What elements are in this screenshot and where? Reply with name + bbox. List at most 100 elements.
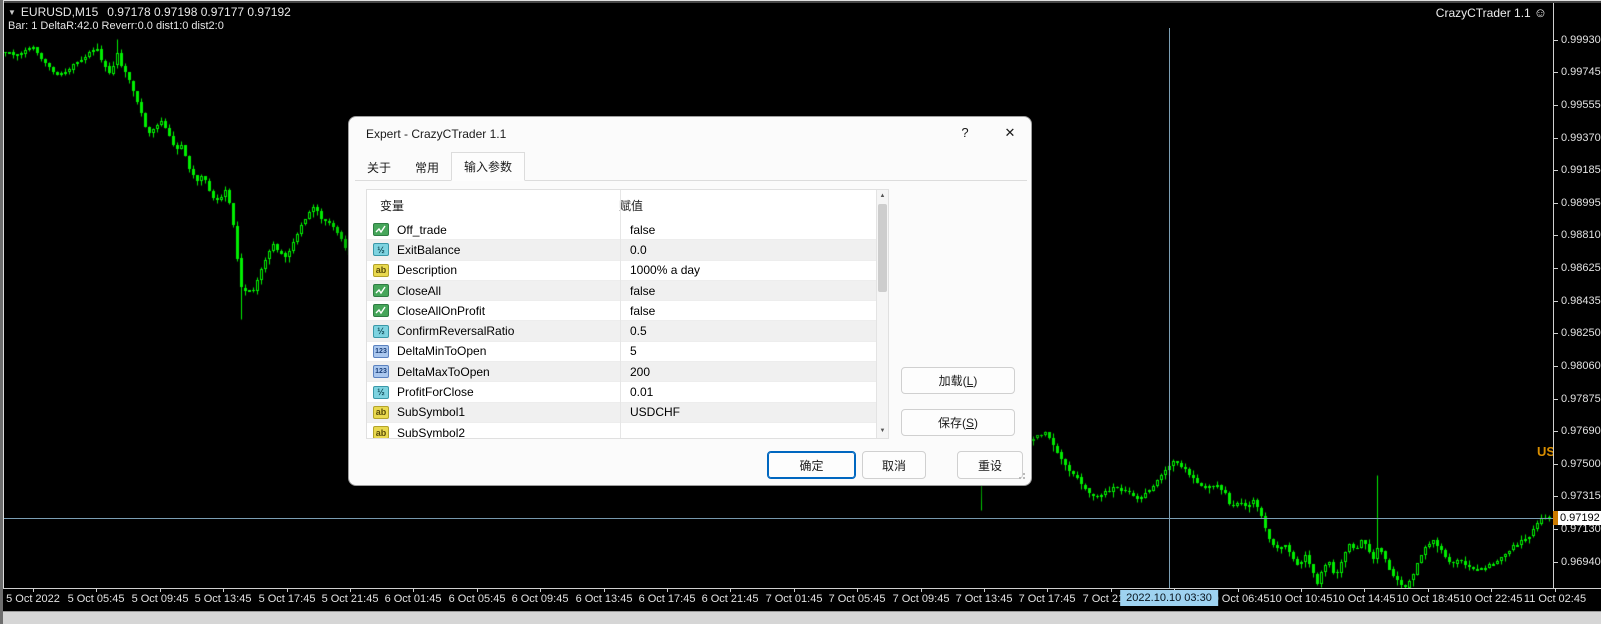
- time-axis-tick: [540, 589, 541, 592]
- current-price-tag: 0.97192: [1558, 511, 1601, 525]
- param-row[interactable]: ½ ExitBalance 0.0: [367, 240, 876, 261]
- clipped-orange-label: US: [1537, 444, 1553, 459]
- param-value[interactable]: false: [620, 304, 655, 318]
- param-row[interactable]: CloseAll false: [367, 280, 876, 302]
- param-value[interactable]: 0.5: [620, 324, 647, 338]
- param-row[interactable]: 123 DeltaMinToOpen 5: [367, 341, 876, 363]
- string-param-type-icon: ab: [373, 263, 389, 277]
- param-value[interactable]: false: [620, 223, 655, 237]
- time-axis-tick: [667, 589, 668, 592]
- time-axis-label: 7 Oct 05:45: [828, 593, 886, 605]
- smiley-icon: ☺: [1533, 5, 1547, 20]
- price-axis[interactable]: 0.97192 0.99930 0.99745 0.99555 0.99370 0.99…: [1553, 0, 1601, 610]
- param-value[interactable]: 1000% a day: [620, 263, 700, 277]
- scroll-up-arrow[interactable]: ▲: [877, 190, 888, 203]
- parameters-table: 变量 赋值 Off_trade false ½ ExitBalance 0.0 ab Des…: [366, 189, 889, 439]
- ea-watermark-text: CrazyCTrader 1.1: [1435, 6, 1531, 20]
- mt-terminal-window: ▼ EURUSD,M15 0.97178 0.97198 0.97177 0.971…: [0, 0, 1601, 624]
- param-row[interactable]: CloseAllOnProfit false: [367, 301, 876, 322]
- param-value[interactable]: false: [620, 284, 655, 298]
- time-axis-tick: [1428, 589, 1429, 592]
- bool-param-type-icon: [373, 223, 389, 237]
- scroll-thumb[interactable]: [878, 204, 887, 292]
- price-axis-label: 0.99555: [1561, 99, 1601, 111]
- param-value[interactable]: USDCHF: [620, 405, 680, 419]
- time-axis-tick: [96, 589, 97, 592]
- time-axis-tick: [730, 589, 731, 592]
- price-axis-tick: [1554, 170, 1558, 171]
- price-axis-tick: [1554, 72, 1558, 73]
- param-value[interactable]: 0.0: [620, 243, 647, 257]
- time-axis-label: 10 Oct 18:45: [1396, 593, 1460, 605]
- param-name: ProfitForClose: [397, 385, 474, 400]
- ok-button[interactable]: 确定: [767, 451, 856, 479]
- param-value[interactable]: 200: [620, 365, 650, 379]
- tab-about[interactable]: 关于: [355, 154, 403, 181]
- string-param-type-icon: ab: [373, 426, 389, 438]
- scroll-down-arrow[interactable]: ▼: [877, 425, 888, 438]
- string-param-type-icon: ab: [373, 405, 389, 419]
- time-axis-tick: [33, 589, 34, 592]
- time-axis-label: 7 Oct 17:45: [1018, 593, 1076, 605]
- price-axis-tick: [1554, 203, 1558, 204]
- double-param-type-icon: ½: [373, 385, 389, 399]
- param-row[interactable]: Off_trade false: [367, 220, 876, 241]
- time-axis-tick: [350, 589, 351, 592]
- column-header-value[interactable]: 赋值: [607, 197, 643, 214]
- time-axis-label: 11 Oct 02:45: [1523, 593, 1587, 605]
- time-axis[interactable]: 5 Oct 2022 5 Oct 05:45 5 Oct 09:45 5 Oct 13…: [0, 588, 1601, 611]
- param-row[interactable]: ab SubSymbol2: [367, 422, 876, 438]
- column-divider[interactable]: [620, 190, 621, 438]
- bool-param-type-icon: [373, 284, 389, 298]
- crosshair-vertical-line: [1169, 28, 1170, 588]
- chart-symbol-ohlc: ▼ EURUSD,M15 0.97178 0.97198 0.97177 0.971…: [8, 5, 291, 19]
- help-button[interactable]: ?: [954, 125, 976, 145]
- tab-common[interactable]: 常用: [403, 154, 451, 181]
- time-axis-label: 10 Oct 10:45: [1269, 593, 1333, 605]
- price-axis-tick: [1554, 235, 1558, 236]
- price-axis-label: 0.98995: [1561, 197, 1601, 209]
- param-row[interactable]: ab Description 1000% a day: [367, 260, 876, 281]
- time-axis-label: 6 Oct 01:45: [384, 593, 442, 605]
- price-axis-label: 0.99745: [1561, 66, 1601, 78]
- param-name: CloseAllOnProfit: [397, 303, 486, 318]
- param-row[interactable]: 123 DeltaMaxToOpen 200: [367, 362, 876, 383]
- price-axis-tick: [1554, 399, 1558, 400]
- table-scrollbar[interactable]: ▲ ▼: [876, 190, 888, 438]
- time-axis-tick: [1555, 589, 1556, 592]
- bool-param-type-icon: [373, 304, 389, 318]
- time-axis-label: 10 Oct 22:45: [1459, 593, 1523, 605]
- param-row[interactable]: ab SubSymbol1 USDCHF: [367, 402, 876, 423]
- param-name: DeltaMaxToOpen: [397, 364, 490, 379]
- price-axis-tick: [1554, 333, 1558, 334]
- price-axis-label: 0.98810: [1561, 229, 1601, 241]
- param-name: CloseAll: [397, 283, 442, 298]
- price-axis-label: 0.97875: [1561, 393, 1601, 405]
- price-axis-tick: [1554, 431, 1558, 432]
- time-axis-tick: [984, 589, 985, 592]
- bottom-scroll-strip[interactable]: [0, 611, 1601, 624]
- time-axis-label: 5 Oct 2022: [6, 593, 60, 605]
- load-button[interactable]: 加载(L): [901, 367, 1015, 394]
- param-value[interactable]: 0.01: [620, 385, 653, 399]
- param-row[interactable]: ½ ProfitForClose 0.01: [367, 382, 876, 403]
- column-header-variable[interactable]: 变量: [367, 197, 607, 214]
- crosshair-horizontal-line: [0, 518, 1553, 519]
- resize-grip[interactable]: [1018, 472, 1026, 480]
- chevron-down-icon[interactable]: ▼: [8, 8, 16, 17]
- param-value[interactable]: 5: [620, 344, 637, 358]
- cancel-button[interactable]: 取消: [862, 451, 926, 479]
- time-axis-label: 5 Oct 21:45: [321, 593, 379, 605]
- ea-watermark: CrazyCTrader 1.1 ☺: [1436, 5, 1547, 20]
- chart-left-border: [3, 0, 4, 588]
- reset-button[interactable]: 重设: [957, 451, 1023, 479]
- time-axis-tick: [287, 589, 288, 592]
- tab-inputs[interactable]: 输入参数: [451, 152, 526, 181]
- dialog-titlebar[interactable]: Expert - CrazyCTrader 1.1 ? ✕: [349, 117, 1031, 152]
- time-axis-tick: [1047, 589, 1048, 592]
- price-axis-tick: [1554, 268, 1558, 269]
- dialog-tabs: 关于 常用 输入参数: [355, 152, 1027, 181]
- close-icon[interactable]: ✕: [999, 125, 1021, 145]
- save-button[interactable]: 保存(S): [901, 409, 1015, 436]
- param-row[interactable]: ½ ConfirmReversalRatio 0.5: [367, 321, 876, 342]
